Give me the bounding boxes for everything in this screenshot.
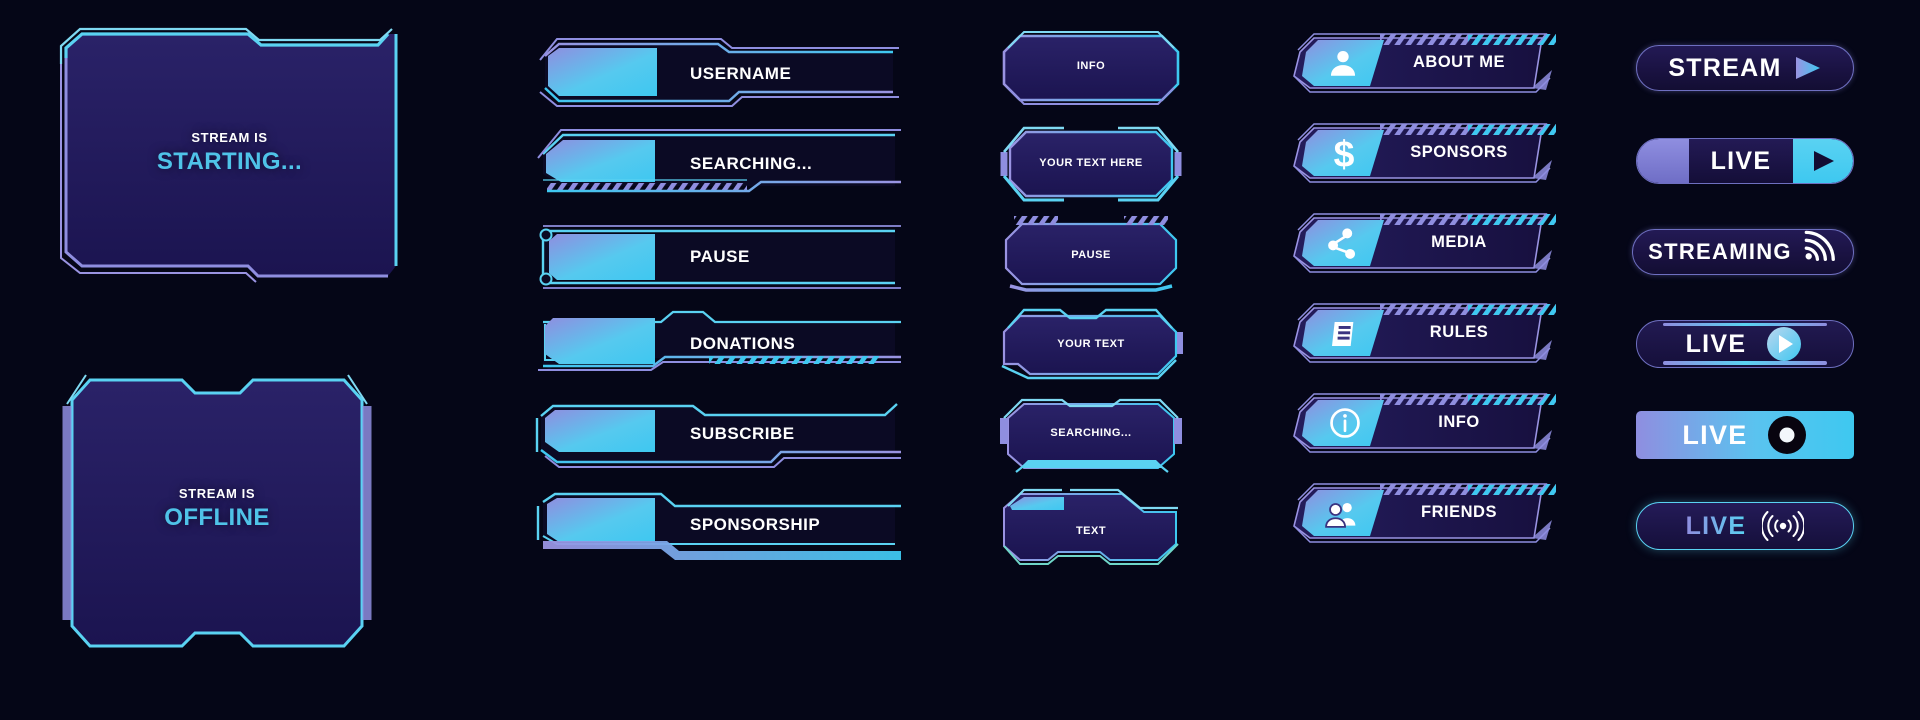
panel-info-label: INFO [1076, 60, 1106, 72]
broadcast-wifi-icon [1800, 227, 1838, 265]
icon-bar-friends[interactable]: FRIENDS [1284, 483, 1556, 548]
lower-third-sponsorship-label: SPONSORSHIP [690, 515, 821, 534]
streaming-button[interactable]: STREAMING [1632, 229, 1854, 275]
icon-bar-sponsors[interactable]: $ SPONSORS [1284, 123, 1556, 188]
stream-button[interactable]: STREAM [1636, 45, 1854, 91]
lower-third-subscribe[interactable]: SUBSCRIBE [533, 402, 903, 472]
lower-third-username-label: USERNAME [690, 64, 792, 83]
lower-third-subscribe-label: SUBSCRIBE [690, 424, 795, 443]
play-circle-icon [1764, 324, 1804, 364]
stream-starting-frame: STREAM IS STARTING... [58, 27, 401, 283]
lower-third-pause-label: PAUSE [690, 247, 750, 266]
live-solid-bar-label: LIVE [1682, 419, 1748, 450]
play-square-icon [1793, 139, 1853, 183]
stream-button-label: STREAM [1668, 53, 1782, 82]
icon-bar-info-label: INFO [1438, 413, 1480, 431]
panel-info[interactable]: INFO [1000, 31, 1182, 105]
panel-text[interactable]: TEXT [1000, 488, 1182, 566]
icon-bar-info[interactable]: INFO [1284, 393, 1556, 458]
stream-overlay-kit: STREAM IS STARTING... STREAM IS OFFLINE … [0, 0, 1920, 720]
icon-bar-media[interactable]: MEDIA [1284, 213, 1556, 278]
stream-starting-line2: STARTING... [156, 148, 303, 175]
record-dot-icon [1766, 414, 1808, 456]
panel-searching[interactable]: SEARCHING... [1000, 398, 1182, 474]
panel-text-label: TEXT [1075, 525, 1107, 537]
live-circle-button-label: LIVE [1685, 329, 1747, 358]
stream-offline-text: STREAM IS OFFLINE [62, 486, 372, 532]
lower-third-searching[interactable]: SEARCHING... [533, 129, 903, 200]
lower-third-searching-label: SEARCHING... [690, 154, 813, 173]
lower-third-pause[interactable]: PAUSE [533, 222, 903, 292]
panel-searching-label: SEARCHING... [1050, 427, 1132, 439]
live-split-button-label: LIVE [1710, 146, 1772, 175]
panel-your-text-here-label: YOUR TEXT HERE [1039, 157, 1143, 169]
icon-bar-about-me-label: ABOUT ME [1413, 53, 1505, 71]
stream-offline-frame: STREAM IS OFFLINE [62, 368, 372, 658]
panel-pause-label: PAUSE [1071, 249, 1111, 261]
icon-bar-sponsors-label: SPONSORS [1410, 143, 1508, 161]
lower-third-donations[interactable]: DONATIONS [533, 310, 903, 382]
lower-third-username[interactable]: USERNAME [533, 38, 903, 108]
stream-offline-line1: STREAM IS [178, 486, 256, 501]
panel-your-text[interactable]: YOUR TEXT [1000, 308, 1183, 382]
panel-your-text-here[interactable]: YOUR TEXT HERE [1000, 126, 1182, 202]
live-circle-top-sheen [1663, 323, 1827, 326]
lower-third-donations-label: DONATIONS [690, 334, 796, 353]
icon-bar-friends-label: FRIENDS [1421, 503, 1497, 521]
live-circle-button[interactable]: LIVE [1636, 320, 1854, 368]
live-signal-button-label: LIVE [1685, 511, 1747, 540]
stream-starting-text: STREAM IS STARTING... [58, 130, 401, 176]
svg-text:$: $ [1334, 132, 1355, 174]
signal-waves-icon [1762, 511, 1805, 541]
stream-offline-line2: OFFLINE [164, 504, 270, 531]
icon-bar-media-label: MEDIA [1431, 233, 1487, 251]
panel-pause[interactable]: PAUSE [1000, 216, 1182, 292]
play-triangle-icon [1794, 55, 1822, 81]
live-circle-bottom-sheen [1663, 361, 1827, 365]
streaming-button-label: STREAMING [1648, 239, 1792, 264]
live-solid-bar[interactable]: LIVE [1636, 411, 1854, 459]
live-signal-button[interactable]: LIVE [1636, 502, 1854, 550]
icon-bar-about-me[interactable]: ABOUT ME [1284, 33, 1556, 98]
icon-bar-rules[interactable]: RULES [1284, 303, 1556, 368]
panel-your-text-label: YOUR TEXT [1057, 338, 1125, 350]
stream-starting-line1: STREAM IS [191, 130, 268, 145]
icon-bar-rules-label: RULES [1429, 323, 1489, 341]
lower-third-sponsorship[interactable]: SPONSORSHIP [533, 492, 903, 564]
live-split-left-accent [1637, 139, 1689, 183]
live-split-button[interactable]: LIVE [1636, 138, 1854, 184]
